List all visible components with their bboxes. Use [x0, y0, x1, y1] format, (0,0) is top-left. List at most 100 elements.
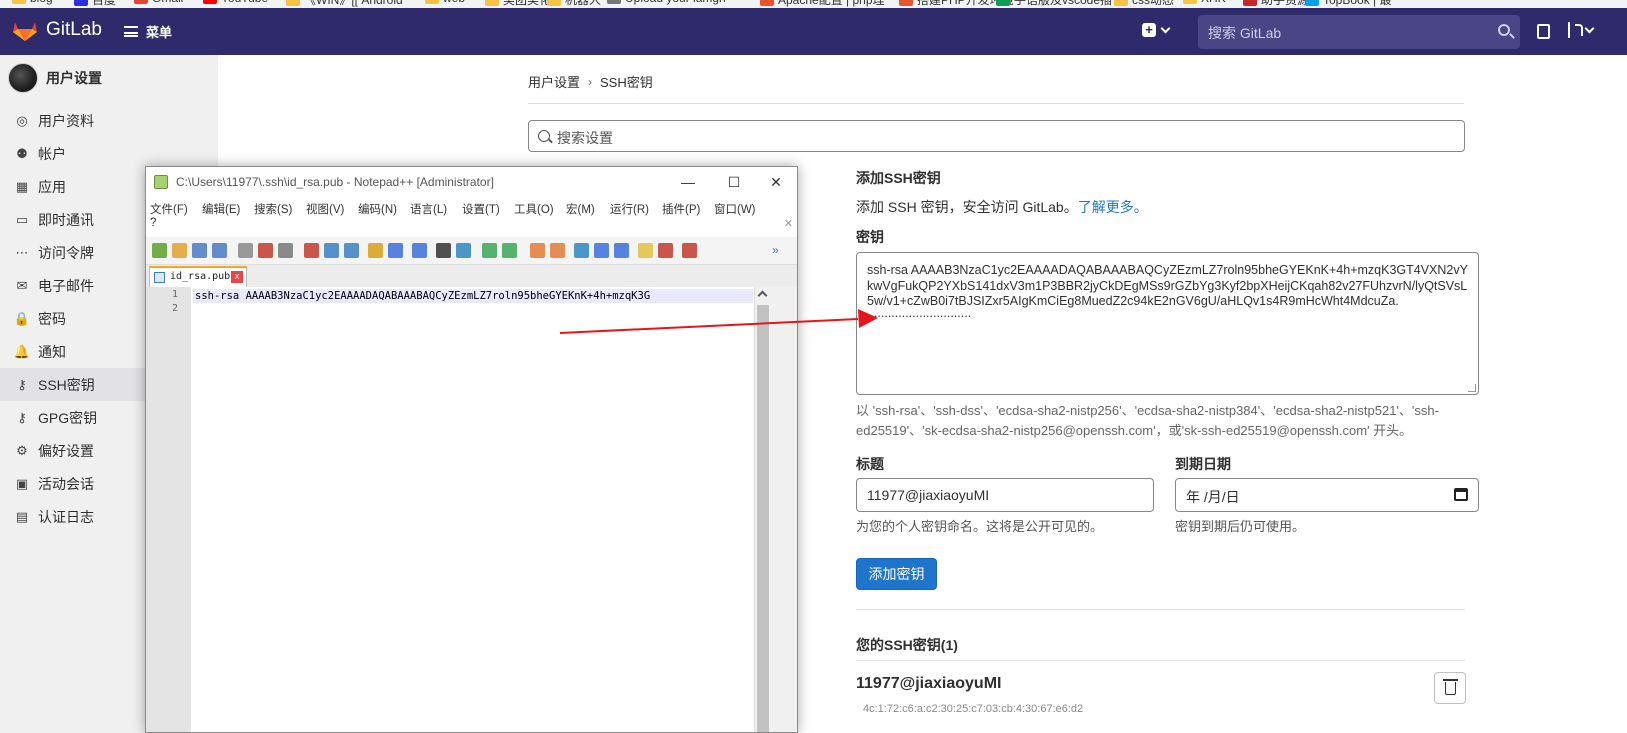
- bookmark-item[interactable]: 助手资源: [1243, 0, 1309, 8]
- bookmark-item[interactable]: 百度: [74, 0, 116, 8]
- menu-item[interactable]: 搜索(S): [254, 201, 292, 217]
- notepad-tabbar: id_rsa.pub x: [146, 265, 797, 287]
- title-input[interactable]: 11977@jiaxiaoyuMI: [856, 478, 1154, 512]
- menu-item-help[interactable]: ?: [150, 217, 156, 229]
- menu-item[interactable]: 运行(R): [610, 201, 649, 217]
- menu-item[interactable]: 编辑(E): [202, 201, 240, 217]
- expiry-date-input[interactable]: 年 /月/日: [1175, 478, 1479, 512]
- toolbar-button-icon[interactable]: [530, 243, 545, 258]
- toolbar-button-icon[interactable]: [388, 243, 403, 258]
- toolbar-button-icon[interactable]: [436, 243, 451, 258]
- notepad-editor[interactable]: 1 2 ssh-rsa AAAAB3NzaC1yc2EAAAADAQABAAAB…: [146, 287, 797, 732]
- menu-item[interactable]: 编码(N): [358, 201, 397, 217]
- bookmark-icon: [425, 0, 439, 4]
- bookmark-item[interactable]: XHK: [1183, 0, 1226, 5]
- toolbar-button-icon[interactable]: [212, 243, 227, 258]
- menu-item[interactable]: 工具(O): [514, 201, 554, 217]
- menu-item[interactable]: 语言(L): [410, 201, 447, 217]
- toolbar-button-icon[interactable]: [682, 243, 697, 258]
- bookmark-item[interactable]: 美团美化: [485, 0, 551, 8]
- bookmark-item[interactable]: Apache配置 | php理: [760, 0, 885, 8]
- menu-button[interactable]: 菜单: [124, 22, 172, 41]
- bookmark-item[interactable]: css动态: [1114, 0, 1174, 8]
- toolbar-button-icon[interactable]: [344, 243, 359, 258]
- bookmark-item[interactable]: 手语版及vscode插件: [996, 0, 1124, 8]
- toolbar-button-icon[interactable]: [368, 243, 383, 258]
- bookmark-item[interactable]: blog: [12, 0, 53, 5]
- key-icon: ⚷: [17, 376, 27, 392]
- key-entry-title[interactable]: 11977@jiaxiaoyuMI: [856, 675, 1001, 693]
- gitlab-logo[interactable]: GitLab: [12, 18, 102, 42]
- bookmark-item[interactable]: Upload your lamgh: [607, 0, 726, 5]
- toolbar-button-icon[interactable]: [456, 243, 471, 258]
- bookmark-icon: [134, 0, 148, 4]
- menu-item[interactable]: 视图(V): [306, 201, 344, 217]
- toolbar-button-icon[interactable]: [550, 243, 565, 258]
- bookmark-item[interactable]: 机器人: [547, 0, 601, 8]
- settings-search-placeholder: 搜索设置: [557, 130, 613, 146]
- toolbar-button-icon[interactable]: [502, 243, 517, 258]
- toolbar-button-icon[interactable]: [172, 243, 187, 258]
- todo-icon[interactable]: [1537, 24, 1550, 39]
- toolbar-button-icon[interactable]: [482, 243, 497, 258]
- settings-search-input[interactable]: 搜索设置: [528, 120, 1465, 152]
- learn-more-link[interactable]: 了解更多。: [1078, 199, 1148, 215]
- toolbar-button-icon[interactable]: [192, 243, 207, 258]
- bookmark-icon: [203, 0, 217, 4]
- key-textarea[interactable]: ssh-rsa AAAAB3NzaC1yc2EAAAADAQABAAABAQCy…: [856, 252, 1479, 395]
- notepad-toolbar: »: [146, 237, 797, 265]
- toolbar-button-icon[interactable]: [638, 243, 653, 258]
- bookmark-item[interactable]: web: [425, 0, 465, 5]
- toolbar-overflow-icon[interactable]: »: [772, 243, 787, 258]
- sidebar-item[interactable]: ◎ 用户资料: [0, 104, 218, 137]
- bookmark-item[interactable]: 《WIN》[[ Android: [286, 0, 403, 8]
- bookmark-item[interactable]: YouTube: [203, 0, 268, 5]
- line-number-gutter: 1 2: [146, 287, 191, 732]
- sidebar-item-label: 应用: [38, 178, 66, 195]
- toolbar-button-icon[interactable]: [304, 243, 319, 258]
- maximize-button[interactable]: ☐: [711, 167, 757, 197]
- toolbar-button-icon[interactable]: [594, 243, 609, 258]
- toolbar-button-icon[interactable]: [152, 243, 167, 258]
- editor-line-1[interactable]: ssh-rsa AAAAB3NzaC1yc2EAAAADAQABAAABAQCy…: [193, 289, 753, 303]
- menu-item[interactable]: 文件(F): [150, 201, 188, 217]
- tab-label: id_rsa.pub: [170, 271, 231, 282]
- bookmark-item[interactable]: TopBook | 最: [1305, 0, 1392, 8]
- toolbar-button-icon[interactable]: [614, 243, 629, 258]
- scroll-up-icon[interactable]: [757, 290, 768, 301]
- title-label: 标题: [856, 456, 884, 472]
- notepad-titlebar[interactable]: C:\Users\11977\.ssh\id_rsa.pub - Notepad…: [146, 167, 797, 197]
- toolbar-button-icon[interactable]: [278, 243, 293, 258]
- toolbar-button-icon[interactable]: [574, 243, 589, 258]
- menu-item[interactable]: 宏(M): [566, 201, 595, 217]
- bookmark-item[interactable]: Gmail: [134, 0, 183, 5]
- tab-close-icon[interactable]: x: [231, 271, 243, 283]
- breadcrumb-item-user-settings[interactable]: 用户设置: [528, 72, 580, 91]
- menu-item[interactable]: 窗口(W): [714, 201, 756, 217]
- menu-item[interactable]: 插件(P): [662, 201, 700, 217]
- sidebar-header[interactable]: 用户设置: [8, 63, 102, 93]
- toolbar-button-icon[interactable]: [658, 243, 673, 258]
- menu-item[interactable]: 设置(T): [462, 201, 500, 217]
- add-key-button[interactable]: 添加密钥: [856, 558, 937, 590]
- tab-id-rsa-pub[interactable]: id_rsa.pub x: [149, 266, 247, 287]
- calendar-icon[interactable]: [1454, 488, 1468, 501]
- close-button[interactable]: ✕: [753, 167, 797, 197]
- delete-key-button[interactable]: [1434, 672, 1466, 704]
- new-dropdown-button[interactable]: +: [1142, 23, 1171, 37]
- scrollbar-thumb[interactable]: [757, 305, 769, 732]
- minimize-button[interactable]: —: [665, 167, 711, 197]
- menubar-close-icon[interactable]: ✕: [784, 217, 793, 230]
- toolbar-button-icon[interactable]: [238, 243, 253, 258]
- bookmark-icon: [1183, 0, 1197, 4]
- resize-handle-icon[interactable]: [1468, 384, 1476, 392]
- toolbar-button-icon[interactable]: [258, 243, 273, 258]
- toolbar-button-icon[interactable]: [412, 243, 427, 258]
- breadcrumb-divider: [528, 103, 1464, 104]
- toolbar-button-icon[interactable]: [324, 243, 339, 258]
- vertical-scrollbar[interactable]: [754, 287, 771, 732]
- breadcrumb-item-ssh-keys[interactable]: SSH密钥: [600, 72, 653, 91]
- merge-requests-button[interactable]: [1568, 22, 1595, 38]
- bookmark-label: 机器人: [565, 0, 602, 7]
- global-search-input[interactable]: 搜索 GitLab: [1198, 15, 1520, 49]
